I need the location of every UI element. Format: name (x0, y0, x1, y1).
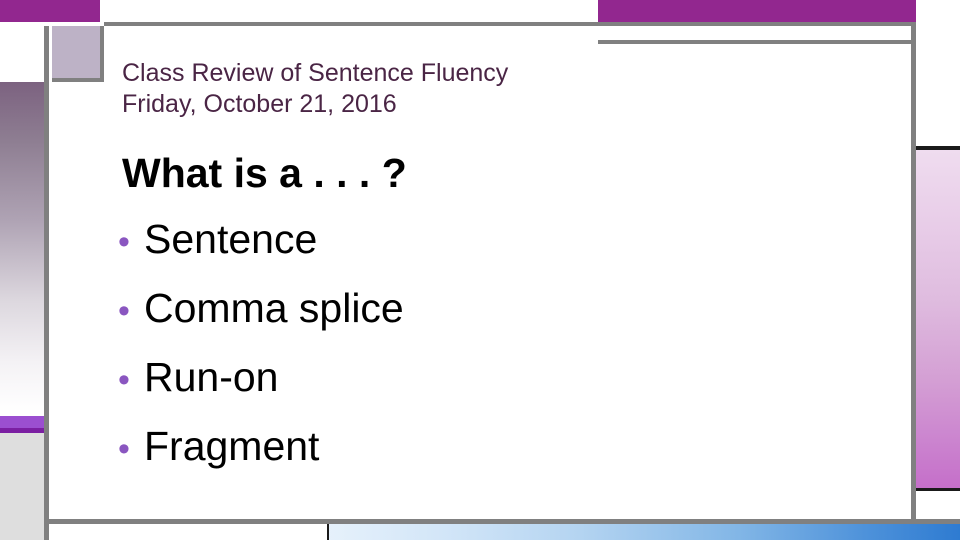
presentation-slide: Class Review of Sentence Fluency Friday,… (0, 0, 960, 540)
list-item-label: Sentence (144, 216, 318, 262)
list-item: • Fragment (118, 413, 878, 482)
heading-title-line: Class Review of Sentence Fluency (122, 59, 509, 87)
left-purple-accent-strip (0, 416, 44, 428)
top-horizontal-rule (104, 22, 916, 26)
lavender-accent-square (52, 26, 104, 82)
bottom-blue-gradient-bar (327, 524, 960, 540)
list-item-label: Run-on (144, 354, 279, 400)
bullet-icon: • (118, 292, 130, 330)
list-item-label: Fragment (144, 423, 320, 469)
top-left-purple-block (0, 0, 100, 22)
heading-date-line: Friday, October 21, 2016 (122, 90, 397, 118)
bullet-icon: • (118, 430, 130, 468)
left-gray-block (0, 433, 44, 540)
slide-body: What is a . . . ? • Sentence • Comma spl… (118, 146, 878, 482)
slide-heading: Class Review of Sentence Fluency Friday,… (122, 58, 822, 120)
body-title: What is a . . . ? (122, 150, 407, 196)
bullet-icon: • (118, 361, 130, 399)
top-secondary-rule (598, 40, 916, 44)
left-vertical-frame-line (44, 26, 49, 540)
list-item: • Run-on (118, 344, 878, 413)
list-item: • Sentence (118, 206, 878, 275)
bottom-blue-left-edge (327, 524, 329, 540)
list-item-label: Comma splice (144, 285, 404, 331)
top-right-purple-bar (598, 0, 916, 22)
left-gradient-bar (0, 82, 44, 412)
pink-bar-bottom-rule (916, 488, 960, 491)
bullet-icon: • (118, 223, 130, 261)
list-item: • Comma splice (118, 275, 878, 344)
right-pink-gradient-bar (916, 150, 960, 488)
